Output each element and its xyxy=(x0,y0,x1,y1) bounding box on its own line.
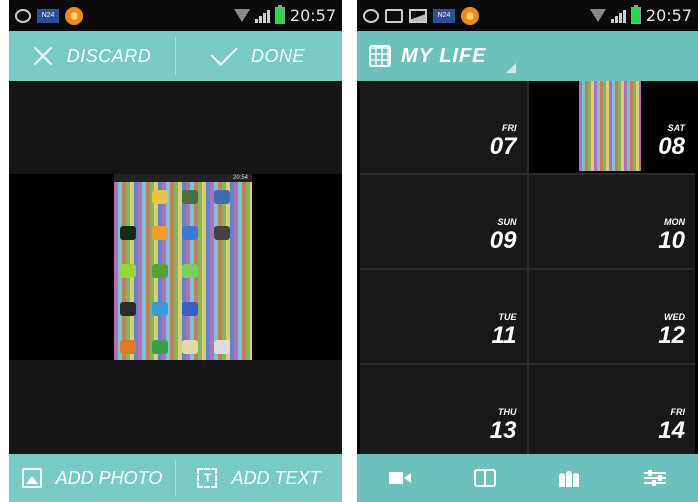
add-text-button[interactable]: T ADD TEXT xyxy=(176,454,342,502)
day-cell[interactable]: MON 10 xyxy=(528,175,695,268)
app-icon xyxy=(152,226,168,240)
settings-button[interactable] xyxy=(643,468,667,488)
app-icon xyxy=(152,302,168,316)
discard-button[interactable]: DISCARD xyxy=(9,31,175,81)
camera-app-icon xyxy=(214,226,230,240)
day-number: 14 xyxy=(658,417,685,444)
wifi-icon xyxy=(233,8,250,23)
status-bar: N24 20:57 xyxy=(357,0,698,31)
day-number: 09 xyxy=(489,227,517,254)
calendar-icon[interactable] xyxy=(369,45,391,67)
signal-icon xyxy=(610,9,626,23)
people-icon xyxy=(559,469,581,487)
day-number: 12 xyxy=(658,322,685,349)
settings-sliders-icon xyxy=(644,470,667,486)
editor-toolbar: DISCARD DONE xyxy=(9,31,342,81)
text-box-icon: T xyxy=(197,468,218,488)
day-cell[interactable]: FRI 07 xyxy=(360,81,527,173)
alarm-icon xyxy=(15,8,31,23)
apps-grid-icon xyxy=(214,340,230,354)
done-button[interactable]: DONE xyxy=(176,31,342,81)
app-icon xyxy=(182,190,198,204)
app-icon xyxy=(152,190,168,204)
day-number: 11 xyxy=(491,322,517,349)
editor-screen: N24 20:57 DISCARD DONE 20:54 ADD PHOTO T… xyxy=(9,0,342,502)
day-of-week: SUN xyxy=(497,217,517,227)
app-icon xyxy=(120,264,136,278)
bottom-navigation xyxy=(357,454,698,502)
day-of-week: THU xyxy=(498,407,517,417)
calendar-screen: N24 20:57 MY LIFE FRI 07 SAT 08 SUN 09 M… xyxy=(357,0,698,502)
page-title[interactable]: MY LIFE xyxy=(401,45,487,68)
day-number: 10 xyxy=(658,227,685,254)
day-of-week: FRI xyxy=(502,123,517,133)
day-cell[interactable]: WED 12 xyxy=(528,270,695,363)
alarm-icon xyxy=(363,8,379,23)
day-cell[interactable]: SAT 08 xyxy=(528,81,695,173)
news-icon: N24 xyxy=(37,8,59,23)
done-label: DONE xyxy=(250,45,305,66)
messages-icon xyxy=(182,340,198,354)
signal-icon xyxy=(254,9,270,23)
contacts-icon xyxy=(120,340,136,354)
video-icon xyxy=(388,471,411,485)
play-store-icon xyxy=(120,302,136,316)
app-icon xyxy=(152,264,168,278)
status-time: 20:57 xyxy=(289,6,336,25)
film-icon xyxy=(385,8,403,23)
book-button[interactable] xyxy=(473,468,497,488)
dropdown-caret-icon[interactable] xyxy=(506,63,516,73)
day-number: 07 xyxy=(489,133,517,160)
app-notification-icon xyxy=(461,6,479,25)
embedded-screenshot[interactable]: 20:54 xyxy=(114,174,252,360)
editor-bottom-bar: ADD PHOTO T ADD TEXT xyxy=(9,454,342,502)
day-of-week: SAT xyxy=(667,123,685,133)
day-number: 13 xyxy=(489,417,517,444)
app-header: MY LIFE xyxy=(357,31,698,81)
day-cell[interactable]: THU 13 xyxy=(360,365,527,460)
day-cell[interactable]: SUN 09 xyxy=(360,175,527,268)
day-of-week: FRI xyxy=(670,407,686,417)
news-icon: N24 xyxy=(433,8,455,23)
app-notification-icon xyxy=(65,6,83,25)
phone-icon xyxy=(152,340,168,354)
settings-app-icon xyxy=(182,226,198,240)
add-photo-button[interactable]: ADD PHOTO xyxy=(9,454,175,502)
book-icon xyxy=(473,469,496,487)
battery-icon xyxy=(630,5,641,24)
checkmark-icon xyxy=(210,39,238,66)
status-bar: N24 20:57 xyxy=(9,0,342,31)
day-cell[interactable]: TUE 11 xyxy=(360,270,527,363)
battery-icon xyxy=(274,5,285,24)
image-icon xyxy=(21,468,42,488)
video-button[interactable] xyxy=(388,468,412,488)
day-of-week: WED xyxy=(664,312,685,322)
embedded-status-time: 20:54 xyxy=(114,174,252,182)
day-of-week: TUE xyxy=(498,312,517,322)
wifi-icon xyxy=(589,8,606,23)
add-photo-label: ADD PHOTO xyxy=(55,467,163,488)
day-of-week: MON xyxy=(664,217,685,227)
day-grid: FRI 07 SAT 08 SUN 09 MON 10 TUE 11 WED 1… xyxy=(360,81,695,460)
app-icon xyxy=(182,264,198,278)
wifi-app-icon xyxy=(120,226,136,240)
day-number: 08 xyxy=(658,133,685,160)
add-text-label: ADD TEXT xyxy=(231,467,321,488)
day-cell[interactable]: FRI 14 xyxy=(528,365,695,460)
status-time: 20:57 xyxy=(645,6,692,25)
close-icon xyxy=(33,46,53,66)
photo-thumbnail[interactable] xyxy=(578,81,641,171)
people-button[interactable] xyxy=(558,468,582,488)
clock-app-icon xyxy=(182,302,198,316)
app-icon xyxy=(214,190,230,204)
image-icon xyxy=(409,8,427,23)
discard-label: DISCARD xyxy=(66,45,152,66)
